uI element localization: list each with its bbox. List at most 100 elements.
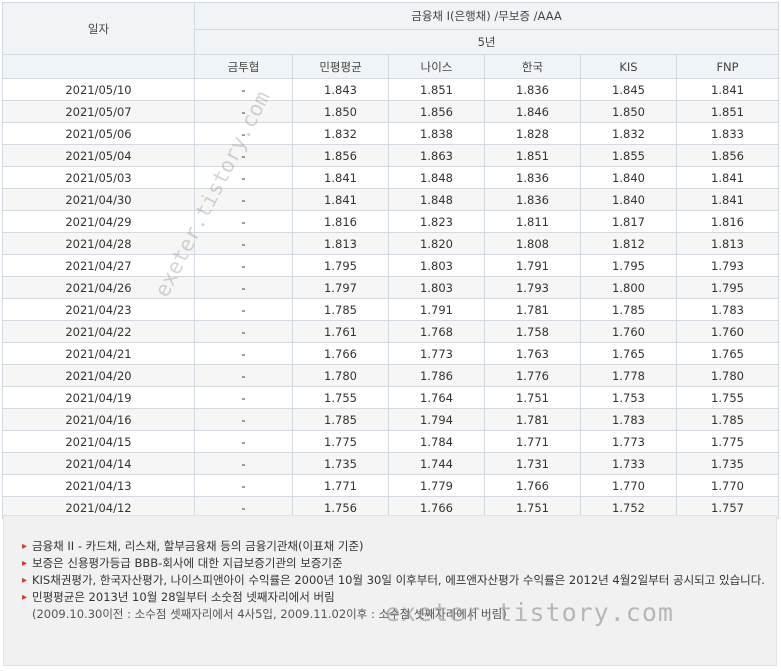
cell-fnp: 1.816	[675, 210, 780, 233]
cell-kis: 1.840	[580, 188, 677, 211]
cell-avg: 1.775	[292, 430, 389, 453]
cell-korea: 1.763	[484, 342, 581, 365]
cell-kofia: -	[194, 452, 293, 475]
bullet-icon: ▸	[22, 541, 28, 552]
cell-fnp: 1.783	[675, 298, 780, 321]
tenor-header: 5년	[193, 29, 780, 55]
cell-date: 2021/04/30	[2, 188, 195, 211]
cell-kofia: -	[194, 254, 293, 277]
cell-avg: 1.841	[292, 166, 389, 189]
cell-kofia: -	[194, 408, 293, 431]
note-item: ▸ 보증은 신용평가등급 BBB-회사에 대한 지급보증기관의 보증기준	[22, 555, 776, 572]
cell-korea: 1.828	[484, 122, 581, 145]
col-header-fnp: FNP	[675, 54, 780, 79]
cell-korea: 1.781	[484, 298, 581, 321]
bullet-icon: ▸	[22, 558, 28, 569]
cell-date: 2021/04/16	[2, 408, 195, 431]
cell-date: 2021/04/20	[2, 364, 195, 387]
cell-korea: 1.791	[484, 254, 581, 277]
cell-fnp: 1.775	[675, 430, 780, 453]
cell-nice: 1.820	[388, 232, 485, 255]
cell-kis: 1.812	[580, 232, 677, 255]
cell-korea: 1.851	[484, 144, 581, 167]
cell-avg: 1.841	[292, 188, 389, 211]
cell-date: 2021/05/04	[2, 144, 195, 167]
cell-kis: 1.832	[580, 122, 677, 145]
bond-group-header: 금융채 I(은행채) /무보증 /AAA	[193, 2, 780, 30]
cell-date: 2021/04/22	[2, 320, 195, 343]
date-column-header: 일자	[2, 2, 195, 55]
cell-date: 2021/05/07	[2, 100, 195, 123]
cell-date: 2021/05/10	[2, 78, 195, 101]
table-row: 2021/05/03-1.841 1.848 1.836 1.840 1.841	[2, 166, 780, 189]
table-row: 2021/05/04-1.856 1.863 1.851 1.855 1.856	[2, 144, 780, 167]
cell-nice: 1.794	[388, 408, 485, 431]
cell-avg: 1.813	[292, 232, 389, 255]
watermark-text: exeter.tistory.com	[385, 598, 674, 627]
cell-date: 2021/05/03	[2, 166, 195, 189]
cell-avg: 1.856	[292, 144, 389, 167]
table-row: 2021/04/21-1.766 1.773 1.763 1.765 1.765	[2, 342, 780, 365]
cell-fnp: 1.793	[675, 254, 780, 277]
cell-kofia: -	[194, 342, 293, 365]
cell-korea: 1.793	[484, 276, 581, 299]
table-row: 2021/04/23-1.785 1.791 1.781 1.785 1.783	[2, 298, 780, 321]
cell-fnp: 1.841	[675, 78, 780, 101]
cell-fnp: 1.735	[675, 452, 780, 475]
cell-fnp: 1.851	[675, 100, 780, 123]
cell-kofia: -	[194, 320, 293, 343]
cell-nice: 1.779	[388, 474, 485, 497]
cell-nice: 1.764	[388, 386, 485, 409]
cell-date: 2021/04/23	[2, 298, 195, 321]
cell-kis: 1.785	[580, 298, 677, 321]
note-item: ▸ KIS채권평가, 한국자산평가, 나이스피앤아이 수익률은 2000년 10월…	[22, 572, 776, 589]
cell-nice: 1.784	[388, 430, 485, 453]
note-text: 민평평균은 2013년 10월 28일부터 소숫점 넷째자리에서 버림	[32, 590, 335, 604]
cell-fnp: 1.780	[675, 364, 780, 387]
cell-avg: 1.816	[292, 210, 389, 233]
cell-korea: 1.836	[484, 166, 581, 189]
cell-date: 2021/05/06	[2, 122, 195, 145]
col-header-kis: KIS	[580, 54, 677, 79]
cell-korea: 1.781	[484, 408, 581, 431]
cell-nice: 1.768	[388, 320, 485, 343]
cell-avg: 1.755	[292, 386, 389, 409]
cell-kis: 1.733	[580, 452, 677, 475]
cell-date: 2021/04/28	[2, 232, 195, 255]
cell-date: 2021/04/21	[2, 342, 195, 365]
cell-fnp: 1.755	[675, 386, 780, 409]
cell-nice: 1.791	[388, 298, 485, 321]
cell-kis: 1.760	[580, 320, 677, 343]
cell-kis: 1.855	[580, 144, 677, 167]
table-row: 2021/04/27-1.795 1.803 1.791 1.795 1.793	[2, 254, 780, 277]
col-header-nice: 나이스	[388, 54, 485, 79]
table-row: 2021/05/06-1.832 1.838 1.828 1.832 1.833	[2, 122, 780, 145]
cell-fnp: 1.795	[675, 276, 780, 299]
cell-korea: 1.751	[484, 386, 581, 409]
cell-kis: 1.795	[580, 254, 677, 277]
cell-fnp: 1.833	[675, 122, 780, 145]
notes-box: ▸ 금융채 II - 카드채, 리스채, 할부금융채 등의 금융기관채(이표채 기…	[3, 515, 777, 666]
cell-kis: 1.840	[580, 166, 677, 189]
cell-korea: 1.766	[484, 474, 581, 497]
cell-nice: 1.823	[388, 210, 485, 233]
cell-avg: 1.735	[292, 452, 389, 475]
table-row: 2021/04/20-1.780 1.786 1.776 1.778 1.780	[2, 364, 780, 387]
cell-korea: 1.758	[484, 320, 581, 343]
cell-fnp: 1.760	[675, 320, 780, 343]
cell-kofia: -	[194, 276, 293, 299]
cell-korea: 1.846	[484, 100, 581, 123]
cell-nice: 1.851	[388, 78, 485, 101]
cell-korea: 1.836	[484, 188, 581, 211]
cell-kis: 1.800	[580, 276, 677, 299]
cell-avg: 1.785	[292, 298, 389, 321]
cell-kofia: -	[194, 430, 293, 453]
cell-avg: 1.795	[292, 254, 389, 277]
cell-korea: 1.771	[484, 430, 581, 453]
cell-date: 2021/04/15	[2, 430, 195, 453]
col-header-korea: 한국	[484, 54, 581, 79]
cell-nice: 1.856	[388, 100, 485, 123]
cell-nice: 1.863	[388, 144, 485, 167]
cell-korea: 1.776	[484, 364, 581, 387]
cell-kis: 1.773	[580, 430, 677, 453]
